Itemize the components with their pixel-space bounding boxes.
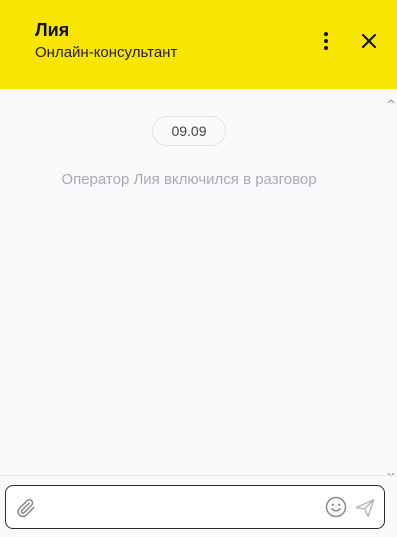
agent-name: Лия xyxy=(35,20,70,40)
message-input[interactable] xyxy=(48,492,318,522)
paperclip-icon[interactable] xyxy=(15,497,37,519)
message-list[interactable]: 09.09 Оператор Лия включился в разговор xyxy=(0,89,397,477)
close-icon[interactable] xyxy=(359,31,379,51)
menu-dot xyxy=(324,32,328,36)
system-message: Оператор Лия включился в разговор xyxy=(61,171,317,188)
agent-role: Онлайн-консультант xyxy=(35,44,178,61)
chat-widget: Лия Онлайн-консультант 09.09 Оператор Ли… xyxy=(0,0,397,537)
menu-dot xyxy=(324,46,328,50)
message-composer xyxy=(5,485,385,529)
more-vertical-icon[interactable] xyxy=(316,30,336,52)
chat-header: Лия Онлайн-консультант xyxy=(0,0,397,89)
smiley-icon[interactable] xyxy=(325,496,347,518)
scroll-down-icon[interactable] xyxy=(386,466,396,477)
menu-dot xyxy=(324,39,328,43)
scroll-up-icon[interactable] xyxy=(386,92,396,104)
composer-divider xyxy=(0,475,397,476)
date-separator: 09.09 xyxy=(152,116,226,146)
send-icon[interactable] xyxy=(354,497,376,519)
